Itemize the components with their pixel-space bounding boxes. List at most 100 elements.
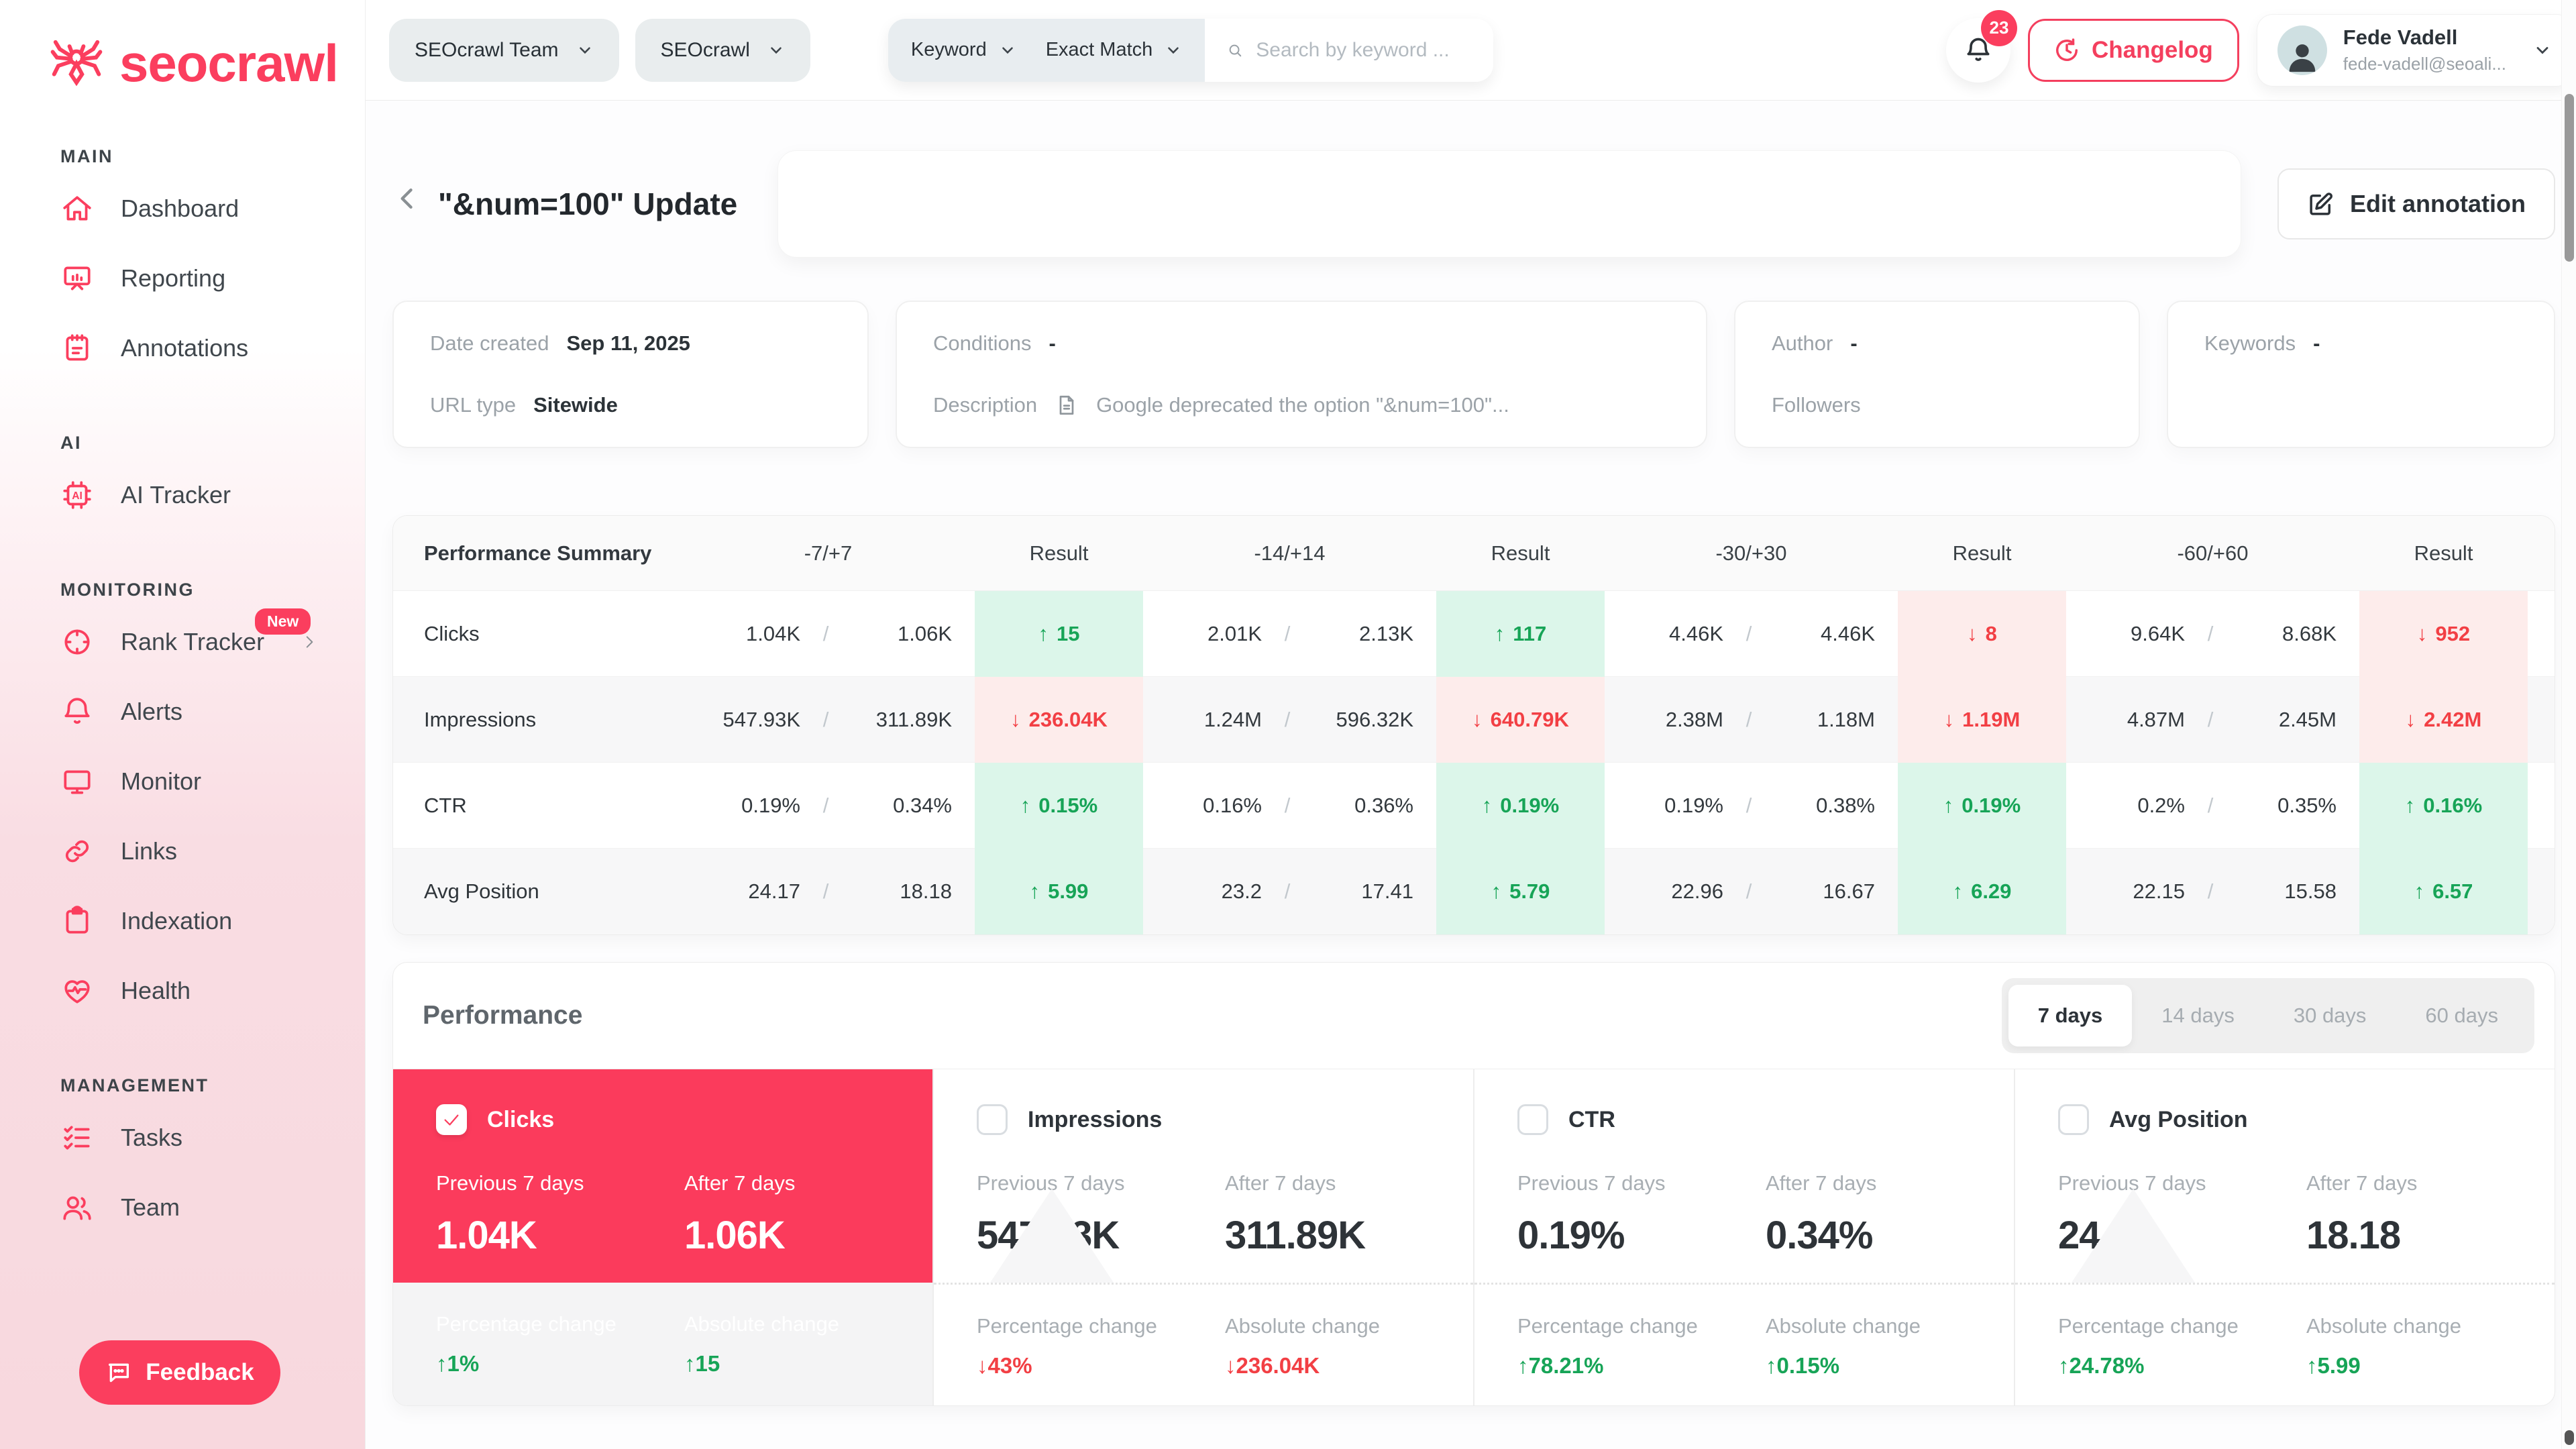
value-cell: 0.2%/0.35% <box>2066 794 2359 818</box>
sidebar-item-indexation[interactable]: Indexation <box>0 886 365 956</box>
search-input[interactable] <box>1256 39 1470 62</box>
result-cell: ↓2.42M <box>2359 677 2528 763</box>
metric-toggle-impressions[interactable]: Impressions <box>977 1104 1473 1135</box>
after-value: 0.36% <box>1313 794 1413 818</box>
slash-divider: / <box>2185 708 2236 732</box>
sidebar-item-links[interactable]: Links <box>0 816 365 886</box>
result-cell: ↓952 <box>2359 591 2528 677</box>
link-icon <box>60 835 94 868</box>
change-col-percentage: Percentage change↓43% <box>977 1314 1225 1405</box>
page-title: "&num=100" Update <box>438 186 737 222</box>
match-type-dropdown[interactable]: Exact Match <box>1039 19 1205 82</box>
checkbox-unchecked[interactable] <box>977 1104 1008 1135</box>
after-value: 2.13K <box>1313 622 1413 646</box>
presentation-icon <box>60 262 94 295</box>
back-button[interactable] <box>392 184 433 224</box>
sidebar-item-annotations[interactable]: Annotations <box>0 313 365 383</box>
metric-toggle-avg-position[interactable]: Avg Position <box>2058 1104 2555 1135</box>
sidebar-item-reporting[interactable]: Reporting <box>0 244 365 313</box>
result-value: 6.57 <box>2432 879 2473 904</box>
metric-toggle-clicks[interactable]: Clicks <box>436 1104 932 1135</box>
tab-14-days[interactable]: 14 days <box>2132 985 2264 1046</box>
tab-7-days[interactable]: 7 days <box>2008 985 2133 1046</box>
value-cell: 9.64K/8.68K <box>2066 622 2359 646</box>
result-value: 952 <box>2435 622 2470 646</box>
result-cell: ↓1.19M <box>1898 677 2066 763</box>
users-icon <box>60 1191 94 1224</box>
info-row-url-type: URL typeSitewide <box>430 393 831 417</box>
sidebar-item-monitor[interactable]: Monitor <box>0 747 365 816</box>
after-value: 8.68K <box>2236 622 2337 646</box>
person-icon <box>2283 36 2322 75</box>
ai-chip-icon: AI <box>60 478 94 512</box>
title-row: "&num=100" Update Edit annotation <box>392 150 2555 258</box>
sidebar-item-label: Reporting <box>121 264 225 292</box>
notifications-button[interactable]: 23 <box>1946 18 2010 83</box>
changelog-button[interactable]: Changelog <box>2028 19 2239 82</box>
change-label: Absolute change <box>2306 1314 2555 1338</box>
change-label: Percentage change <box>1517 1314 1766 1338</box>
before-value: 22.96 <box>1671 879 1723 904</box>
value-cell: 0.19%/0.34% <box>682 794 975 818</box>
main-area: SEOcrawl Team SEOcrawl Keyword Exact Mat… <box>366 0 2576 1449</box>
info-label: Conditions <box>933 331 1031 356</box>
after-value: 18.18 <box>851 879 952 904</box>
after-value: 0.34% <box>851 794 952 818</box>
scrollbar-thumb[interactable] <box>2565 94 2574 262</box>
before-value: 0.2% <box>2137 794 2185 818</box>
edit-annotation-label: Edit annotation <box>2350 190 2526 218</box>
sidebar-item-rank-tracker[interactable]: Rank TrackerNew <box>0 607 365 677</box>
checkbox-unchecked[interactable] <box>2058 1104 2089 1135</box>
scrollbar-bottom-arrow[interactable] <box>2565 1430 2574 1445</box>
sidebar-item-team[interactable]: Team <box>0 1173 365 1242</box>
metric-card-top: ClicksPrevious 7 days1.04KAfter 7 days1.… <box>393 1069 932 1283</box>
sidebar-item-label: Annotations <box>121 334 248 362</box>
team-selector[interactable]: SEOcrawl Team <box>389 19 619 82</box>
info-value: - <box>2313 331 2320 356</box>
slash-divider: / <box>800 708 851 732</box>
avatar <box>2277 25 2327 75</box>
sidebar-item-ai-tracker[interactable]: AI AI Tracker <box>0 460 365 530</box>
checkbox-checked[interactable] <box>436 1104 467 1135</box>
arrow-up-icon: ↑ <box>1030 879 1040 904</box>
checkbox-unchecked[interactable] <box>1517 1104 1548 1135</box>
arrow-up-icon: ↑ <box>1943 794 1954 818</box>
sidebar-item-label: Dashboard <box>121 195 239 223</box>
topbar: SEOcrawl Team SEOcrawl Keyword Exact Mat… <box>366 0 2576 101</box>
vertical-scrollbar[interactable] <box>2561 0 2576 1449</box>
annotation-timeline-bar <box>777 150 2241 258</box>
info-row-conditions: Conditions- <box>933 331 1670 356</box>
sidebar-item-label: AI Tracker <box>121 481 231 509</box>
tab-30-days[interactable]: 30 days <box>2264 985 2396 1046</box>
project-selector[interactable]: SEOcrawl <box>635 19 810 82</box>
sidebar-item-dashboard[interactable]: Dashboard <box>0 174 365 244</box>
metric-card-title: CTR <box>1568 1107 1615 1133</box>
sidebar-item-alerts[interactable]: Alerts <box>0 677 365 747</box>
metric-card-footer: Percentage change↑1%Absolute change↑15 <box>393 1283 932 1405</box>
metric-card-avg-position: Avg PositionPrevious 7 days24.17After 7 … <box>2015 1069 2555 1405</box>
slash-divider: / <box>1723 622 1774 646</box>
arrow-up-icon: ↑ <box>2405 794 2416 818</box>
metric-name: Clicks <box>393 622 682 646</box>
metric-col-after: After 7 days1.06K <box>684 1171 932 1258</box>
chevron-down-icon <box>1165 42 1182 59</box>
edit-annotation-button[interactable]: Edit annotation <box>2277 168 2555 239</box>
arrow-up-icon: ↑ <box>1038 622 1049 646</box>
slash-divider: / <box>1262 708 1313 732</box>
sidebar-item-label: Health <box>121 977 191 1005</box>
column-header-result: Result <box>1898 541 2066 566</box>
column-header-result: Result <box>2359 541 2528 566</box>
ai-chip-icon: AI <box>60 478 94 512</box>
value-cell: 1.24M/596.32K <box>1143 708 1436 732</box>
sidebar-item-tasks[interactable]: Tasks <box>0 1103 365 1173</box>
new-badge: New <box>255 608 311 635</box>
logo[interactable]: seocrawl <box>0 0 365 97</box>
arrow-down-icon: ↓ <box>1944 708 1955 732</box>
feedback-button[interactable]: Feedback <box>79 1340 280 1405</box>
metric-toggle-ctr[interactable]: CTR <box>1517 1104 2014 1135</box>
bell-icon <box>60 695 94 729</box>
search-type-dropdown[interactable]: Keyword <box>888 19 1039 82</box>
tab-60-days[interactable]: 60 days <box>2396 985 2528 1046</box>
user-menu[interactable]: Fede Vadell fede-vadell@seoali... <box>2257 14 2573 87</box>
sidebar-item-health[interactable]: Health <box>0 956 365 1026</box>
